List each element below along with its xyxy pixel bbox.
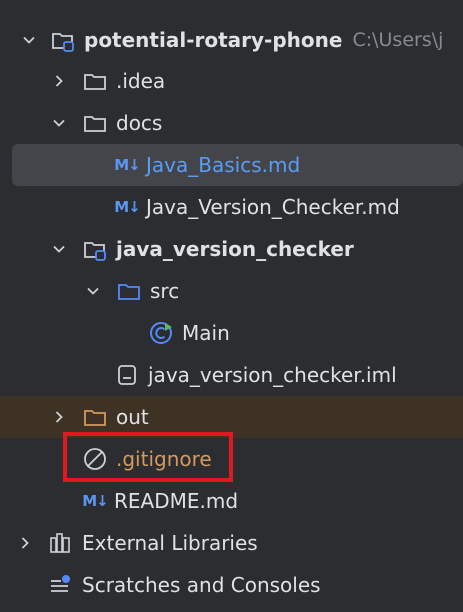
- tree-item-readme[interactable]: M↓ README.md: [0, 480, 463, 522]
- tree-item-java-version-checker-module[interactable]: java_version_checker: [0, 228, 463, 270]
- markdown-icon: M↓: [114, 198, 141, 216]
- tree-item-java-basics[interactable]: M↓ Java_Basics.md: [12, 144, 463, 186]
- item-label: src: [150, 279, 180, 303]
- markdown-icon: M↓: [114, 156, 141, 174]
- markdown-icon: M↓: [82, 492, 109, 510]
- folder-icon: [82, 110, 108, 136]
- tree-item-idea[interactable]: .idea: [0, 60, 463, 102]
- module-folder-icon: [50, 27, 76, 53]
- chevron-right-icon[interactable]: [14, 532, 36, 554]
- java-class-icon: [148, 320, 174, 346]
- item-label: .idea: [116, 69, 166, 93]
- project-name: potential-rotary-phone: [84, 28, 343, 52]
- scratches-icon: [48, 572, 74, 598]
- chevron-down-icon[interactable]: [82, 280, 104, 302]
- folder-icon: [82, 68, 108, 94]
- chevron-right-icon[interactable]: [48, 70, 70, 92]
- tree-item-external-libraries[interactable]: External Libraries: [0, 522, 463, 564]
- item-label: java_version_checker.iml: [148, 363, 397, 387]
- item-label: java_version_checker: [116, 237, 354, 261]
- tree-item-project-root[interactable]: potential-rotary-phone C:\Users\j: [0, 19, 463, 61]
- item-label: .gitignore: [116, 447, 212, 471]
- item-label: Java_Version_Checker.md: [146, 195, 400, 219]
- item-label: Main: [182, 321, 230, 345]
- project-path: C:\Users\j: [352, 29, 444, 51]
- tree-item-gitignore[interactable]: .gitignore: [0, 438, 463, 480]
- item-label: Java_Basics.md: [146, 153, 301, 177]
- chevron-right-icon[interactable]: [48, 406, 70, 428]
- item-label: External Libraries: [82, 531, 258, 555]
- tree-item-main[interactable]: Main: [0, 312, 463, 354]
- tree-item-src[interactable]: src: [0, 270, 463, 312]
- item-label: docs: [116, 111, 163, 135]
- ignored-file-icon: [82, 446, 108, 472]
- item-label: out: [116, 405, 149, 429]
- item-label: README.md: [114, 489, 239, 513]
- iml-file-icon: [114, 362, 140, 388]
- module-folder-icon: [82, 236, 108, 262]
- libraries-icon: [48, 530, 74, 556]
- source-folder-icon: [116, 278, 142, 304]
- excluded-folder-icon: [82, 404, 108, 430]
- tree-item-scratches[interactable]: Scratches and Consoles: [0, 564, 463, 606]
- tree-item-iml[interactable]: java_version_checker.iml: [0, 354, 463, 396]
- tree-item-out[interactable]: out: [0, 396, 463, 438]
- tree-item-docs[interactable]: docs: [0, 102, 463, 144]
- item-label: Scratches and Consoles: [82, 573, 321, 597]
- chevron-down-icon[interactable]: [48, 238, 70, 260]
- chevron-down-icon[interactable]: [48, 112, 70, 134]
- tree-item-java-version-checker-md[interactable]: M↓ Java_Version_Checker.md: [0, 186, 463, 228]
- chevron-down-icon[interactable]: [18, 29, 40, 51]
